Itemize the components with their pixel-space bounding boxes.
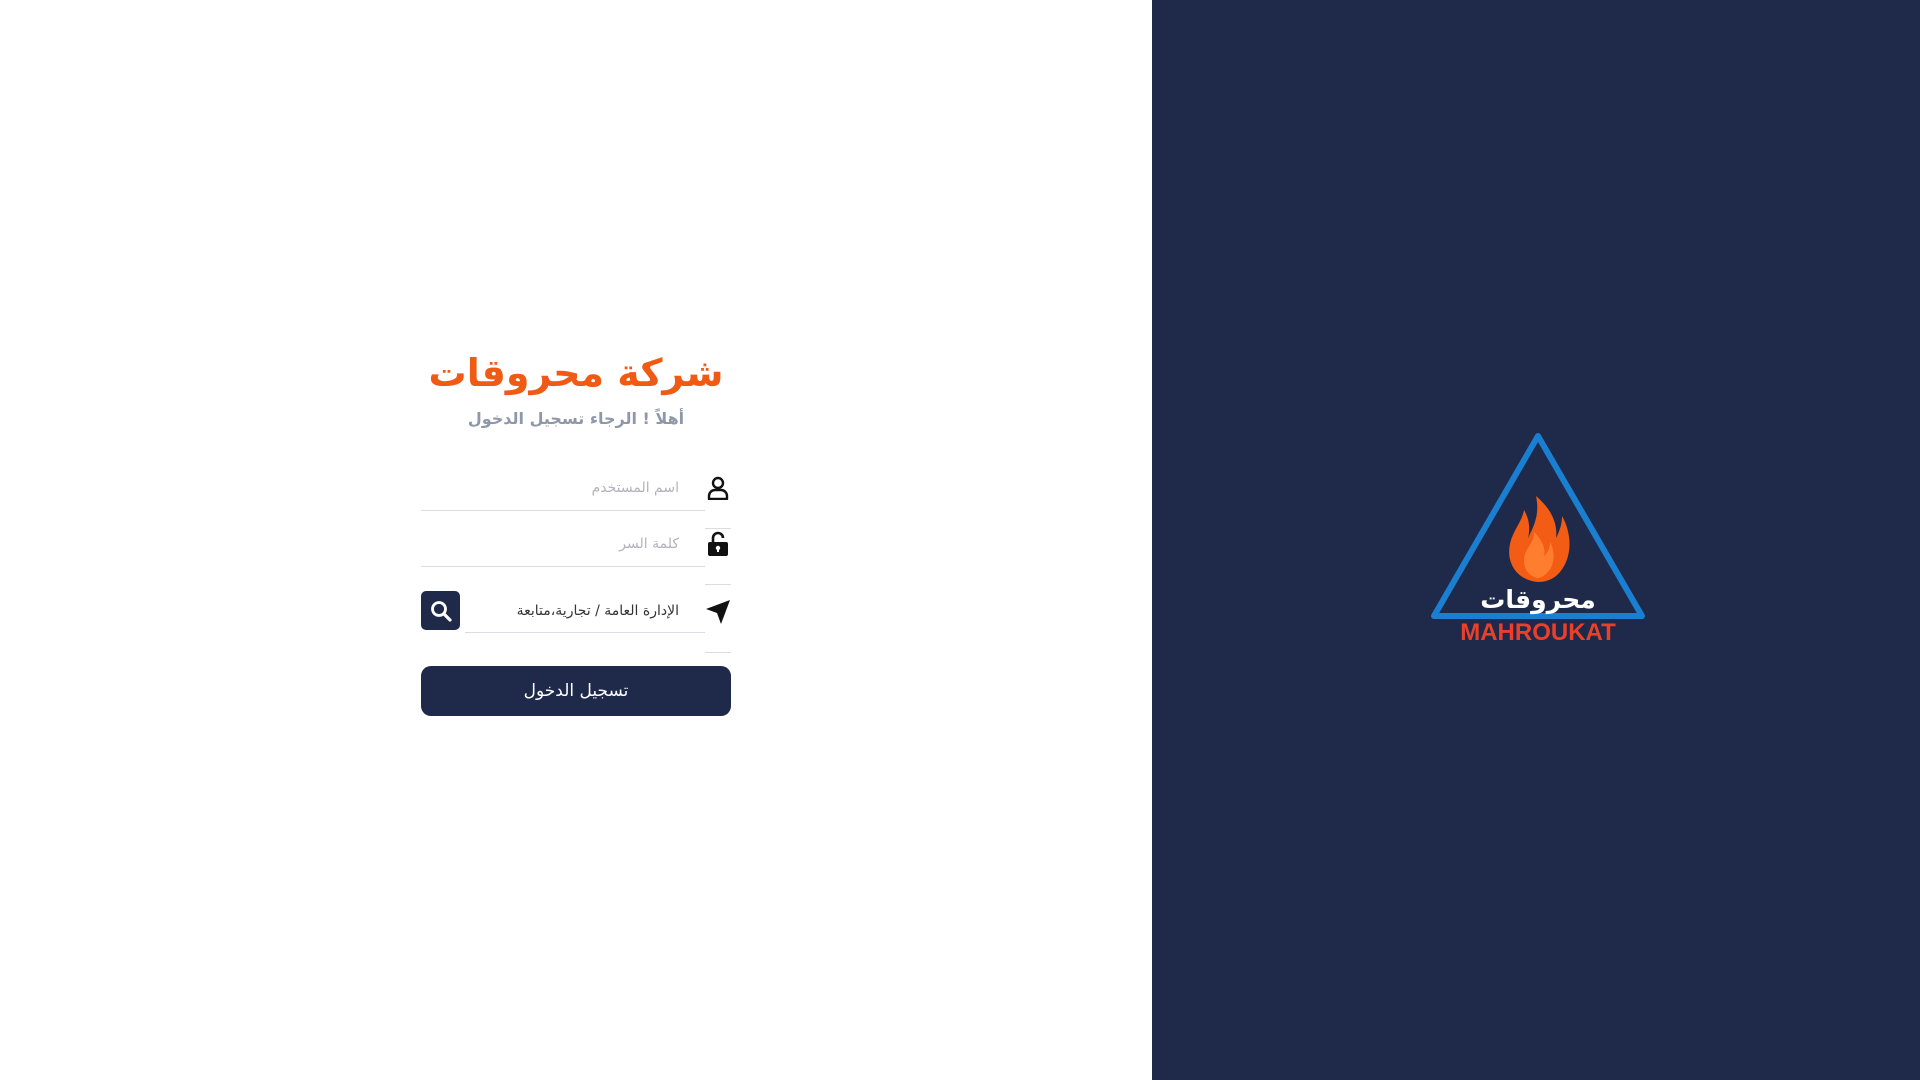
- login-page: شركة محروقات أهلاً ! الرجاء تسجيل الدخول: [0, 0, 1920, 1080]
- login-form: شركة محروقات أهلاً ! الرجاء تسجيل الدخول: [421, 345, 731, 716]
- location-arrow-icon: [705, 599, 731, 625]
- welcome-subtitle: أهلاً ! الرجاء تسجيل الدخول: [467, 409, 685, 428]
- username-row: [421, 465, 731, 529]
- company-title: شركة محروقات: [428, 351, 724, 395]
- location-row: الإدارة العامة / تجارية،متابعة: [421, 589, 731, 653]
- password-input[interactable]: [421, 521, 705, 567]
- logo-arabic-text: محروقات: [1480, 585, 1595, 615]
- location-icon-underline: [705, 652, 731, 653]
- login-button[interactable]: تسجيل الدخول: [421, 666, 731, 716]
- user-icon: [705, 475, 731, 501]
- location-search-button[interactable]: [421, 591, 460, 630]
- mahroukat-logo: محروقات MAHROUKAT: [1430, 430, 1646, 646]
- search-icon: [430, 600, 452, 622]
- unlock-icon: [705, 531, 731, 557]
- username-input[interactable]: [421, 465, 705, 511]
- password-row: [421, 521, 731, 585]
- logo-english-text: MAHROUKAT: [1460, 619, 1616, 644]
- login-panel: شركة محروقات أهلاً ! الرجاء تسجيل الدخول: [0, 0, 1152, 1080]
- location-field[interactable]: الإدارة العامة / تجارية،متابعة: [465, 589, 705, 633]
- password-icon-underline: [705, 584, 731, 585]
